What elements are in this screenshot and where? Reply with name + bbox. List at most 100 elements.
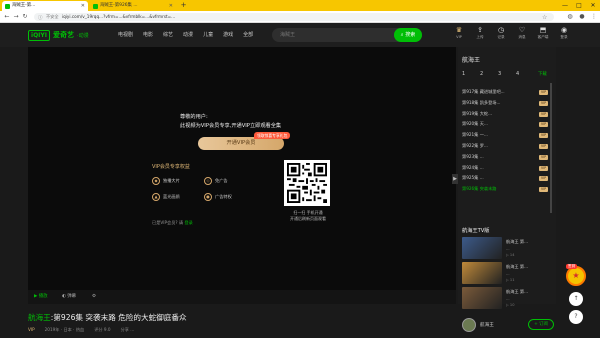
- feedback-button[interactable]: ?: [569, 310, 583, 324]
- security-warning: 不安全: [46, 14, 59, 19]
- tab-title: 海贼王-第926集 ...: [100, 3, 138, 8]
- benefit-item: ◇ 免广告: [204, 177, 228, 185]
- forward-button[interactable]: →: [12, 12, 20, 22]
- episode-item[interactable]: 第919集 大蛇... VIP: [462, 109, 548, 120]
- related-desc: ...: [506, 246, 510, 251]
- thumbnail[interactable]: [462, 287, 502, 309]
- related-item[interactable]: 航海王 第...... ▷ 11: [462, 262, 550, 284]
- new-tab-button[interactable]: +: [180, 2, 187, 9]
- search-input[interactable]: [272, 28, 392, 42]
- episode-item[interactable]: 第920集 天... VIP: [462, 119, 548, 130]
- settings-icon[interactable]: ⚙: [92, 290, 96, 304]
- close-icon[interactable]: ✕: [81, 1, 85, 11]
- bookmark-star-icon[interactable]: ☆: [542, 14, 547, 21]
- tab-range-2[interactable]: 2: [480, 71, 483, 77]
- benefit-item: ▲ 蓝光画质: [152, 193, 180, 201]
- menu-dots-icon[interactable]: ⋮: [590, 12, 598, 22]
- vip-badge: VIP: [539, 122, 548, 128]
- tab-range-3[interactable]: 3: [498, 71, 501, 77]
- thumbnail[interactable]: [462, 262, 502, 284]
- vip-entry[interactable]: ♛ VIP: [452, 26, 466, 40]
- episode-label: 第917集 藏进城里吧...: [462, 89, 505, 94]
- back-to-top-button[interactable]: ↑: [569, 292, 583, 306]
- related-item[interactable]: 航海王 第...... ▷ 14: [462, 237, 550, 259]
- close-window-button[interactable]: ✕: [586, 0, 600, 11]
- nav-item-movie[interactable]: 电影: [143, 31, 153, 38]
- message-entry[interactable]: ♡ 消息: [515, 26, 529, 40]
- benefit-label: 独播大片: [163, 178, 180, 183]
- back-button[interactable]: ←: [3, 12, 11, 22]
- browser-tab-active[interactable]: 海贼王-第... ✕: [2, 1, 88, 11]
- tab-range-1[interactable]: 1: [462, 71, 465, 77]
- info-icon[interactable]: ⓘ: [38, 15, 43, 22]
- nav-item-games[interactable]: 游戏: [223, 31, 233, 38]
- maximize-button[interactable]: □: [572, 0, 586, 11]
- crown-icon: ♛: [455, 26, 463, 34]
- related-item[interactable]: 航海王 第...... ▷ 10: [462, 287, 550, 309]
- tab-title: 海贼王-第...: [12, 3, 36, 8]
- video-meta: VIP 2019年 · 日本 · 热血 评分 9.0 分享 ...: [28, 327, 134, 333]
- search-button[interactable]: ⌕ 搜索: [394, 28, 422, 42]
- bell-icon: ♡: [518, 26, 526, 34]
- nav-item-all[interactable]: 全部: [243, 31, 253, 38]
- close-icon[interactable]: ✕: [169, 1, 173, 11]
- episode-label: 第923集 ...: [462, 153, 484, 159]
- scrollbar[interactable]: [550, 83, 552, 213]
- login-link[interactable]: 登录: [184, 220, 192, 225]
- browser-tab-inactive[interactable]: 海贼王-第926集 ... ✕: [90, 1, 176, 11]
- episode-item[interactable]: 第917集 藏进城里吧... VIP: [462, 87, 548, 98]
- address-bar[interactable]: ⓘ 不安全 iqiyi.com/v_19rqq...?vfrm=...&vfrm…: [34, 13, 554, 21]
- uploader-card: 航海王 + 订阅: [462, 318, 562, 332]
- episode-item[interactable]: 第923集 ... VIP: [462, 152, 548, 163]
- video-player[interactable]: 尊敬的用户: 此视频为VIP会员专享,开通VIP立即观看全集 开通VIP会员 领…: [28, 47, 456, 290]
- message-label: 消息: [518, 35, 526, 39]
- nav-item-kids[interactable]: 儿童: [203, 31, 213, 38]
- vip-badge: VIP: [539, 154, 548, 160]
- series-link[interactable]: 航海王: [28, 313, 51, 322]
- already-vip-label: 已是VIP会员? 请: [152, 220, 184, 225]
- episode-item[interactable]: 第924集 ... VIP: [462, 163, 548, 174]
- history-entry[interactable]: ◷ 记录: [494, 26, 508, 40]
- download-link[interactable]: 下载: [538, 71, 547, 77]
- nav-item-tv[interactable]: 电视剧: [118, 31, 133, 38]
- benefit-item: ● 广告特权: [204, 193, 232, 201]
- episode-label: 第924集 ...: [462, 164, 484, 170]
- nav-item-anime[interactable]: 动漫: [183, 31, 193, 38]
- login-label: 登录: [560, 35, 568, 39]
- vip-promo-ribbon[interactable]: 领取惊喜专享礼包: [254, 132, 291, 139]
- episode-label: 第921集 一...: [462, 132, 488, 138]
- channel-label: ·动漫: [77, 32, 89, 39]
- player-controls: ▶ 播放 ◐ 弹幕 ⚙: [28, 290, 456, 304]
- episode-label: 第922集 罗...: [462, 142, 488, 148]
- iqiyi-favicon-icon: [5, 3, 10, 9]
- iqiyi-favicon-icon: [93, 3, 98, 9]
- episode-item[interactable]: 第918集 凯多登场... VIP: [462, 98, 548, 109]
- danmaku-toggle[interactable]: ◐ 弹幕: [62, 290, 76, 304]
- episode-item[interactable]: 第922集 罗... VIP: [462, 141, 548, 152]
- gift-icon[interactable]: ★: [566, 266, 586, 286]
- extension-icon[interactable]: ◍: [566, 12, 574, 22]
- qr-caption: 扫一扫 手机开通 开通后刷新页面观看: [290, 210, 326, 221]
- login-entry[interactable]: ◉ 登录: [557, 26, 571, 40]
- uploader-name[interactable]: 航海王: [480, 322, 494, 328]
- episode-item[interactable]: 第921集 一... VIP: [462, 130, 548, 141]
- episode-item[interactable]: 第926集 突袭末路 VIP: [462, 184, 548, 195]
- tab-range-4[interactable]: 4: [516, 71, 519, 77]
- client-entry[interactable]: ⬒ 客户端: [536, 26, 550, 40]
- reload-button[interactable]: ↻: [21, 12, 29, 22]
- upload-entry[interactable]: ⇪ 上传: [473, 26, 487, 40]
- vip-badge: VIP: [539, 165, 548, 171]
- nav-item-variety[interactable]: 综艺: [163, 31, 173, 38]
- episode-item[interactable]: 第925集 ... VIP: [462, 173, 548, 184]
- thumbnail[interactable]: [462, 237, 502, 259]
- minimize-button[interactable]: —: [558, 0, 572, 11]
- share-link[interactable]: 分享 ...: [121, 327, 135, 333]
- avatar[interactable]: [462, 318, 476, 332]
- play-button[interactable]: ▶ 播放: [34, 290, 48, 304]
- episode-panel-title: 航海王: [462, 57, 481, 64]
- meta-info: 2019年 · 日本 · 热血: [44, 327, 85, 332]
- profile-icon[interactable]: ●: [578, 12, 586, 22]
- iqiyi-logo[interactable]: iQIYI 爱奇艺 ·动漫: [28, 28, 89, 42]
- related-desc: ...: [506, 271, 510, 276]
- subscribe-button[interactable]: + 订阅: [528, 319, 554, 330]
